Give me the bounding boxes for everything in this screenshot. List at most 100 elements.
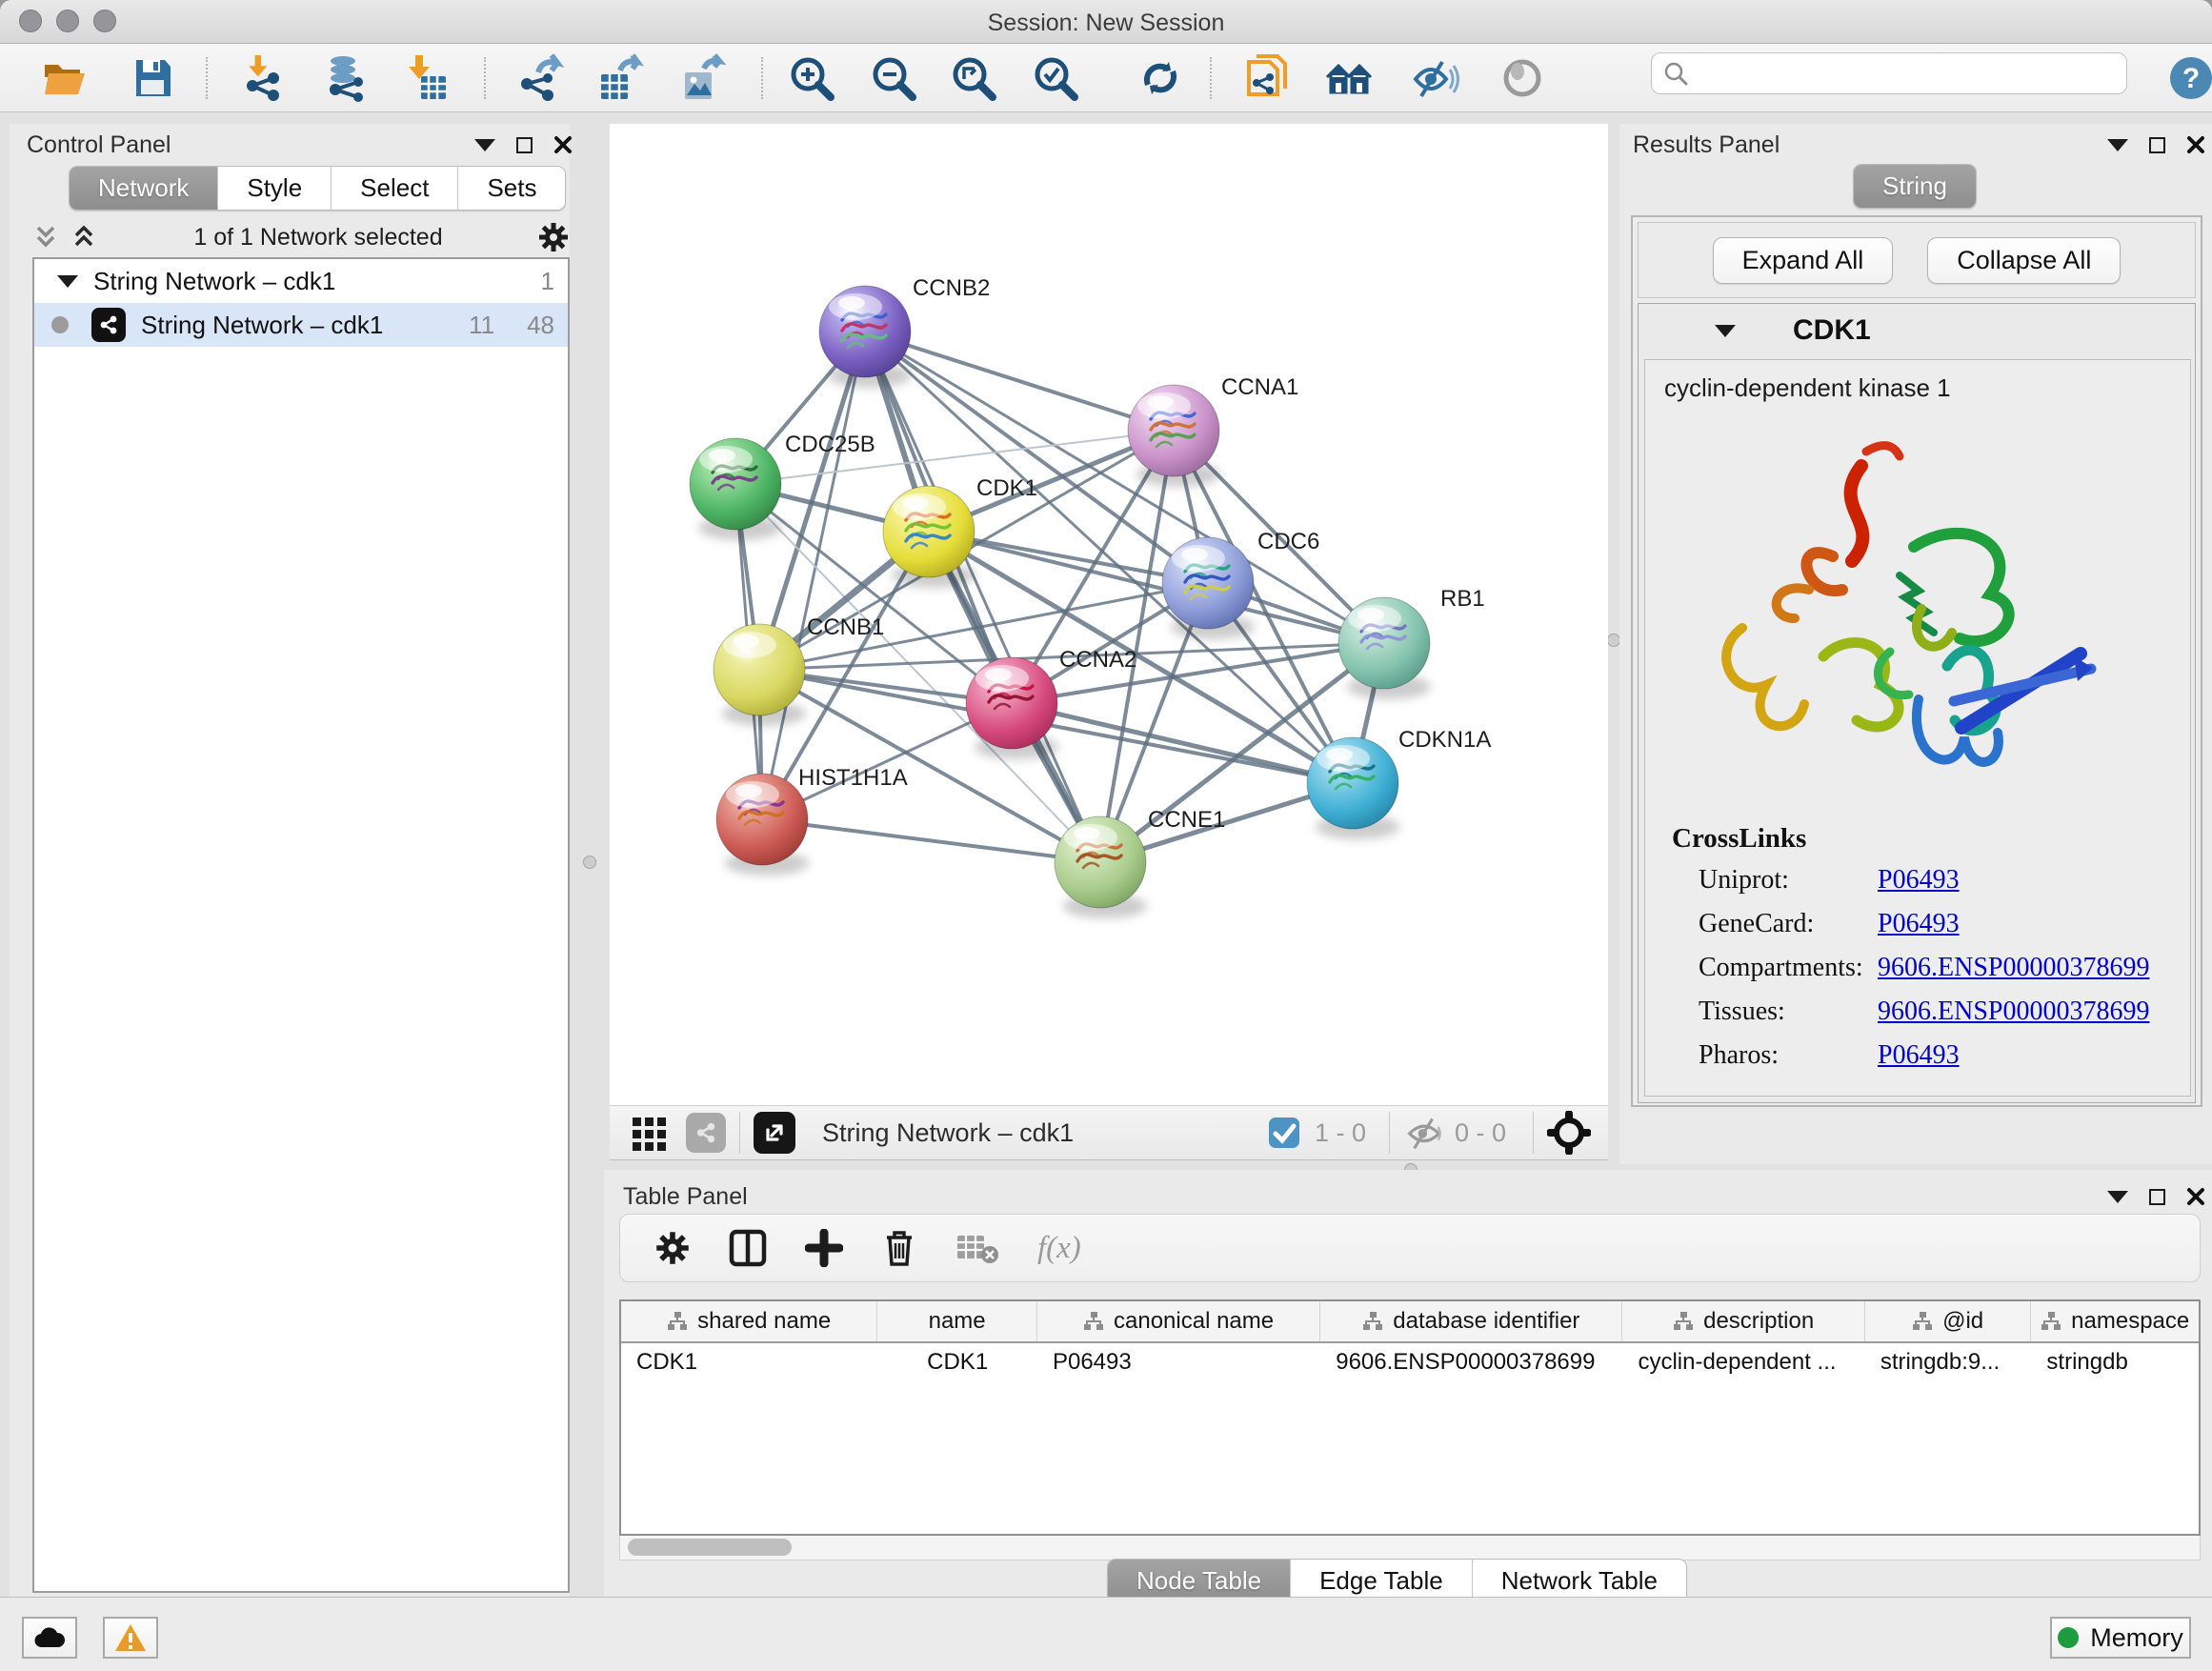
network-node-cdc25b[interactable] <box>690 438 782 540</box>
grid-view-icon[interactable] <box>631 1114 669 1152</box>
graphics-details-button[interactable] <box>1498 53 1547 103</box>
gene-section: CDK1 cyclin-dependent kinase 1 <box>1638 303 2196 1103</box>
import-network-database-button[interactable] <box>320 53 370 103</box>
cell-name[interactable]: CDK1 <box>877 1343 1037 1383</box>
panel-menu-icon[interactable] <box>2107 1191 2128 1203</box>
column-header[interactable]: description <box>1622 1301 1864 1341</box>
float-panel-icon[interactable] <box>516 137 533 153</box>
main-toolbar: ? <box>0 44 2212 112</box>
zoom-out-button[interactable] <box>869 53 918 103</box>
network-node-cdc6[interactable] <box>1162 537 1255 639</box>
close-panel-icon[interactable] <box>553 135 573 154</box>
network-node-ccnb1[interactable] <box>714 624 806 726</box>
birds-eye-view-icon[interactable] <box>754 1112 795 1154</box>
section-expander-icon[interactable] <box>1715 325 1736 337</box>
column-header[interactable]: canonical name <box>1037 1301 1320 1341</box>
cloud-status-button[interactable] <box>22 1617 77 1659</box>
clone-network-button[interactable] <box>1242 53 1292 103</box>
network-node-ccna1[interactable] <box>1128 385 1220 487</box>
tab-network[interactable]: Network <box>70 167 218 210</box>
tab-select[interactable]: Select <box>332 167 458 210</box>
table-horizontal-scrollbar[interactable] <box>619 1536 2201 1560</box>
cell-namespace[interactable]: stringdb <box>2031 1343 2199 1383</box>
close-panel-icon[interactable] <box>2186 1187 2205 1206</box>
panel-menu-icon[interactable] <box>474 139 495 151</box>
crosslink-value-link[interactable]: P06493 <box>1878 865 1960 909</box>
network-node-ccna2[interactable] <box>966 657 1058 759</box>
hide-selected-button[interactable] <box>1410 53 1459 103</box>
crosslink-value-link[interactable]: P06493 <box>1878 1040 1960 1084</box>
apply-layout-button[interactable] <box>1136 53 1185 103</box>
right-splitter-handle[interactable] <box>1607 634 1620 647</box>
network-node-hist1h1a[interactable] <box>716 774 809 876</box>
collapse-all-button[interactable]: Collapse All <box>1927 237 2121 284</box>
float-panel-icon[interactable] <box>2149 1189 2165 1205</box>
column-header[interactable]: database identifier <box>1320 1301 1622 1341</box>
zoom-selected-button[interactable] <box>1031 53 1080 103</box>
cell-id[interactable]: stringdb:9... <box>1865 1343 2032 1383</box>
tab-style[interactable]: Style <box>218 167 332 210</box>
float-panel-icon[interactable] <box>2149 137 2165 153</box>
column-header[interactable]: name <box>877 1301 1037 1341</box>
network-node-ccnb2[interactable] <box>819 286 912 388</box>
collection-expander-icon[interactable] <box>57 275 78 288</box>
export-network-button[interactable] <box>514 53 564 103</box>
cell-database-identifier[interactable]: 9606.ENSP00000378699 <box>1320 1343 1622 1383</box>
center-view-crosshair-icon[interactable] <box>1547 1111 1591 1155</box>
crosslink-value-link[interactable]: 9606.ENSP00000378699 <box>1878 997 2149 1040</box>
import-network-file-button[interactable] <box>238 53 288 103</box>
close-panel-icon[interactable] <box>2186 135 2205 154</box>
hidden-eye-icon[interactable] <box>1403 1116 1445 1150</box>
cell-description[interactable]: cyclin-dependent ... <box>1622 1343 1864 1383</box>
save-session-button[interactable] <box>128 53 177 103</box>
delete-column-icon[interactable] <box>881 1228 917 1268</box>
scrollbar-thumb[interactable] <box>628 1539 792 1556</box>
network-collection-row[interactable]: String Network – cdk1 1 <box>34 259 568 303</box>
import-table-button[interactable] <box>402 53 452 103</box>
add-column-icon[interactable] <box>805 1229 843 1267</box>
memory-button[interactable]: Memory <box>2050 1617 2191 1659</box>
export-table-button[interactable] <box>594 53 644 103</box>
cell-canonical-name[interactable]: P06493 <box>1037 1343 1320 1383</box>
network-canvas[interactable]: CCNB2CCNA1CDC25BCDK1CDC6RB1CCNB1CCNA2CDK… <box>610 124 1608 1105</box>
network-view-mode-icon[interactable] <box>686 1113 726 1153</box>
warnings-button[interactable] <box>103 1617 158 1659</box>
panel-menu-icon[interactable] <box>2107 139 2128 151</box>
open-session-button[interactable] <box>40 53 90 103</box>
collapse-all-icon[interactable] <box>32 224 61 251</box>
expand-all-button[interactable]: Expand All <box>1713 237 1894 284</box>
network-row-selected[interactable]: String Network – cdk1 11 48 <box>34 303 568 347</box>
search-box[interactable] <box>1651 52 2127 94</box>
function-builder-button[interactable]: f(x) <box>1037 1231 1081 1266</box>
expand-all-icon[interactable] <box>70 224 99 251</box>
network-node-cdkn1a[interactable] <box>1307 737 1399 839</box>
help-button[interactable]: ? <box>2166 53 2212 103</box>
crosslink-value-link[interactable]: 9606.ENSP00000378699 <box>1878 953 2149 997</box>
delete-table-icon[interactable] <box>955 1230 999 1266</box>
column-header[interactable]: namespace <box>2031 1301 2199 1341</box>
zoom-in-button[interactable] <box>787 53 836 103</box>
selected-checkbox-icon[interactable] <box>1267 1116 1301 1150</box>
network-node-cdk1[interactable] <box>883 486 975 588</box>
tab-string[interactable]: String <box>1854 165 1976 208</box>
cell-shared-name[interactable]: CDK1 <box>621 1343 877 1383</box>
table-options-gear-icon[interactable] <box>654 1230 691 1266</box>
network-options-gear-icon[interactable] <box>537 221 570 253</box>
crosslink-value-link[interactable]: P06493 <box>1878 909 1960 953</box>
network-graph[interactable]: CCNB2CCNA1CDC25BCDK1CDC6RB1CCNB1CCNA2CDK… <box>610 124 1608 1105</box>
search-input[interactable] <box>1688 59 2107 88</box>
network-icon <box>91 308 126 342</box>
gene-section-header[interactable]: CDK1 <box>1639 304 2195 357</box>
column-header[interactable]: shared name <box>621 1301 877 1341</box>
left-splitter-handle[interactable] <box>583 856 596 869</box>
zoom-fit-button[interactable] <box>949 53 998 103</box>
tab-sets[interactable]: Sets <box>458 167 565 210</box>
network-node-ccne1[interactable] <box>1055 816 1147 918</box>
table-row[interactable]: CDK1 CDK1 P06493 9606.ENSP00000378699 cy… <box>621 1343 2199 1383</box>
show-columns-icon[interactable] <box>729 1229 767 1267</box>
network-node-rb1[interactable] <box>1338 597 1431 699</box>
crosslink-row: Uniprot: P06493 <box>1699 865 2175 909</box>
first-neighbors-button[interactable] <box>1324 53 1374 103</box>
column-header[interactable]: @id <box>1865 1301 2032 1341</box>
export-image-button[interactable] <box>676 53 726 103</box>
